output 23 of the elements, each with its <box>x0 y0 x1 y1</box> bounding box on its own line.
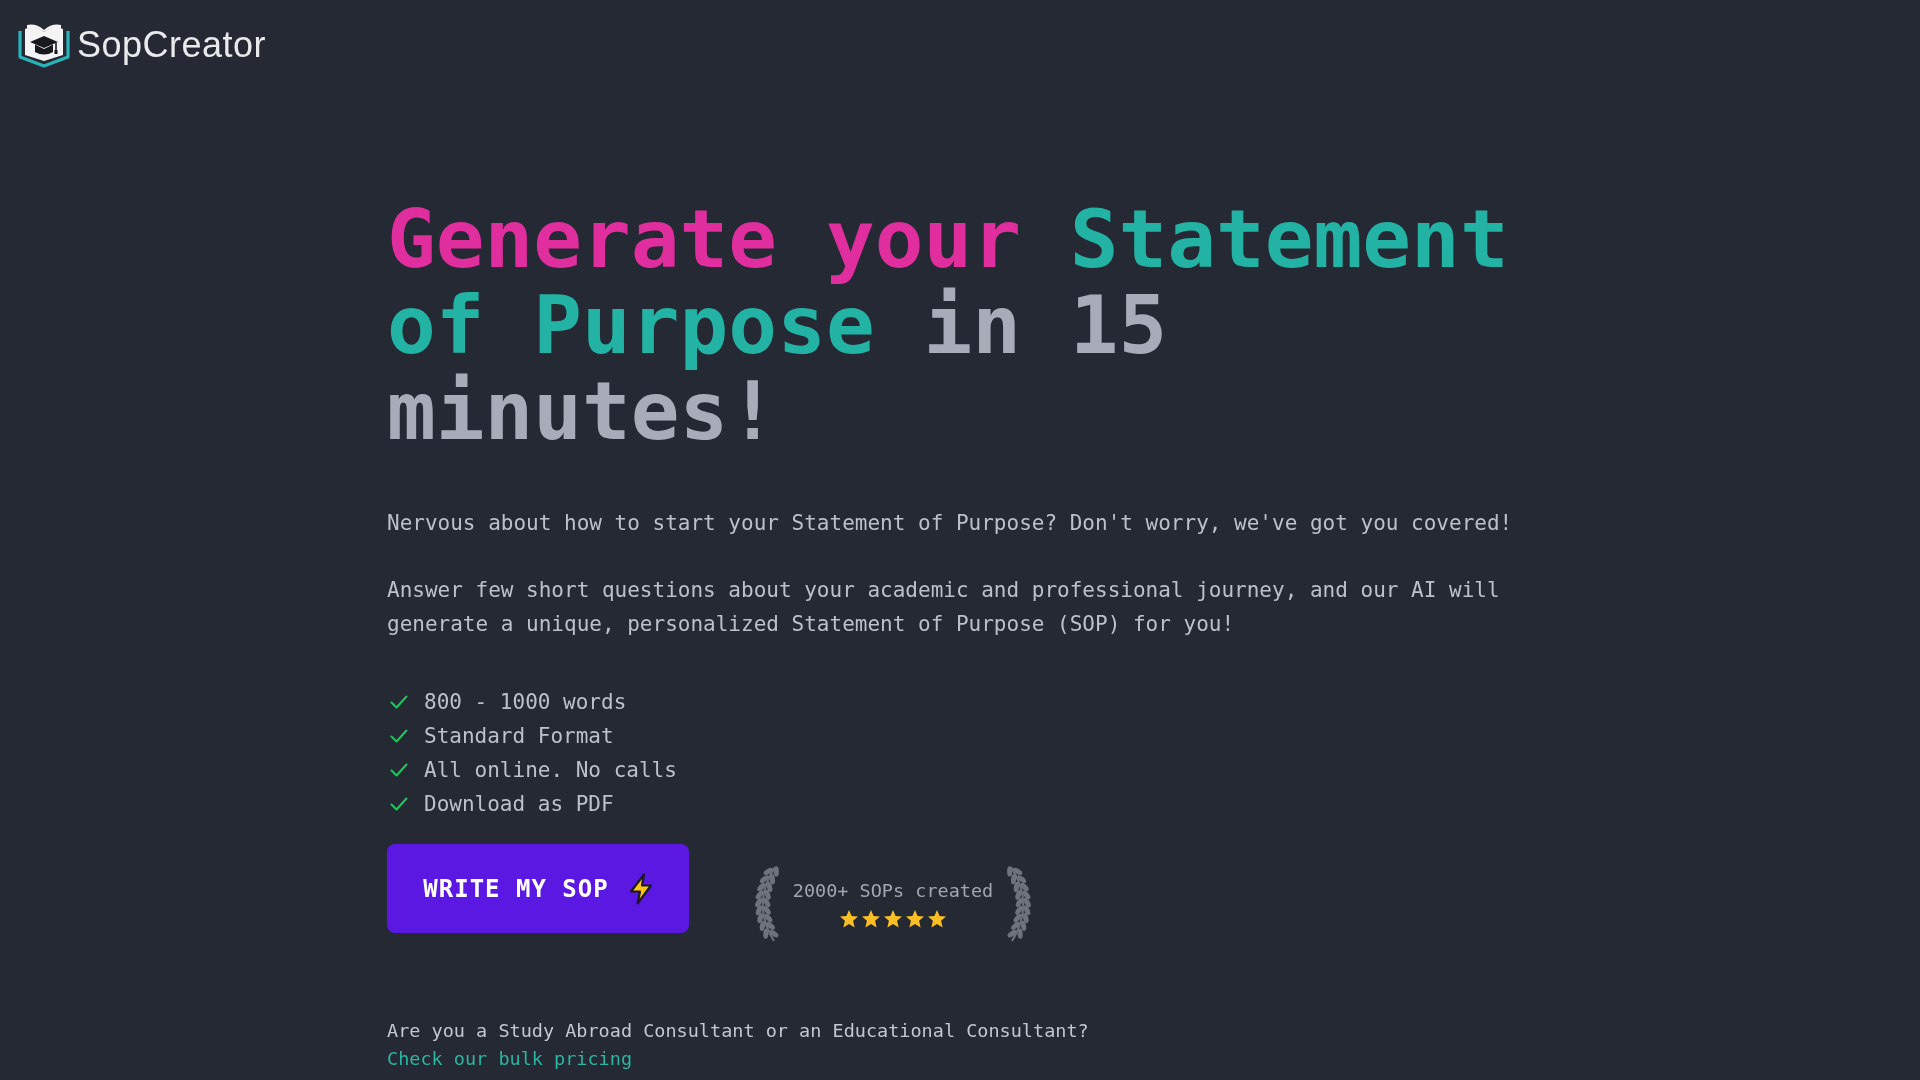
write-sop-button[interactable]: WRITE MY SOP <box>387 844 689 933</box>
check-icon <box>390 695 408 709</box>
check-icon <box>390 797 408 811</box>
star-icon <box>839 909 859 929</box>
star-icon <box>883 909 903 929</box>
book-cap-logo-icon <box>17 22 71 68</box>
star-icon <box>861 909 881 929</box>
consultant-question: Are you a Study Abroad Consultant or an Educational Consultant? <box>387 1019 1090 1043</box>
check-icon <box>390 729 408 743</box>
feature-text: Standard Format <box>424 723 614 750</box>
star-icon <box>905 909 925 929</box>
logo-text[interactable]: SopCreator <box>77 22 267 68</box>
badge-text: 2000+ SOPs created <box>792 879 994 903</box>
feature-text: Download as PDF <box>424 791 614 818</box>
headline: Generate your Statement of Purpose in 15 minutes! <box>387 196 1510 454</box>
check-icon <box>390 763 408 777</box>
feature-text: 800 - 1000 words <box>424 689 627 716</box>
intro-paragraph: Answer few short questions about your academic and professional journey, and our AI will generate a unique, personalized Statement of Purpose (SOP) for you! <box>387 577 1501 638</box>
intro-paragraph: Nervous about how to start your Statement of Purpose? Don't worry, we've got you covered! <box>387 510 1514 537</box>
bulk-pricing-link[interactable]: Check our bulk pricing <box>387 1048 633 1069</box>
lightning-icon <box>628 872 653 905</box>
feature-text: All online. No calls <box>424 757 677 784</box>
star-icon <box>927 909 947 929</box>
